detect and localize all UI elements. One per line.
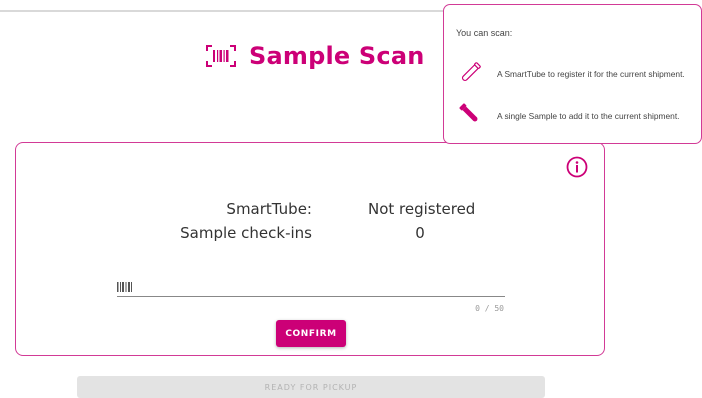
page-header: Sample Scan [205, 42, 425, 70]
barcode-input[interactable] [117, 296, 505, 297]
barcode-scan-icon [205, 45, 237, 67]
page-title: Sample Scan [249, 42, 425, 70]
scan-help-tooltip: You can scan: A SmartTube to register it… [443, 4, 702, 144]
ready-for-pickup-button[interactable]: READY FOR PICKUP [77, 376, 545, 398]
sample-checkins-value: 0 [415, 224, 425, 242]
tube-filled-icon [458, 102, 482, 126]
tooltip-item-smarttube: A SmartTube to register it for the curre… [497, 69, 685, 79]
tube-outline-icon [458, 61, 482, 85]
tooltip-heading: You can scan: [456, 28, 513, 38]
smarttube-label: SmartTube: [226, 200, 312, 218]
top-divider [0, 10, 445, 12]
info-icon[interactable] [566, 156, 588, 178]
tooltip-item-sample: A single Sample to add it to the current… [497, 111, 680, 121]
sample-checkins-label: Sample check-ins [180, 224, 312, 242]
barcode-icon [117, 278, 133, 292]
smarttube-value: Not registered [368, 200, 476, 218]
confirm-button[interactable]: CONFIRM [276, 320, 346, 347]
character-counter: 0 / 50 [475, 304, 504, 313]
